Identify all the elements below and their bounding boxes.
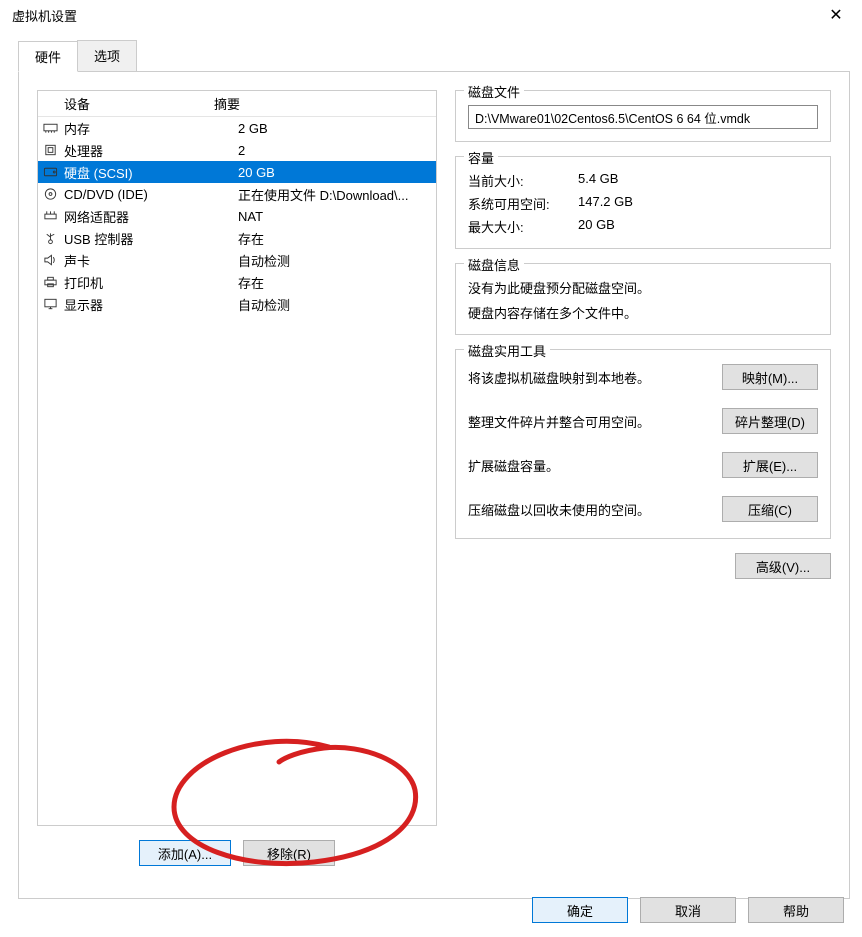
tab-hardware[interactable]: 硬件 [18,41,78,72]
device-name: 处理器 [62,141,238,160]
network-icon [38,209,62,223]
capacity-free-value: 147.2 GB [578,194,818,213]
device-summary: 存在 [238,273,436,292]
device-summary: 20 GB [238,165,436,180]
device-name: 网络适配器 [62,207,238,226]
tabs: 硬件 选项 [18,40,862,71]
group-utilities-title: 磁盘实用工具 [464,341,550,360]
group-diskfile-title: 磁盘文件 [464,82,524,101]
device-row-cd[interactable]: CD/DVD (IDE)正在使用文件 D:\Download\... [38,183,436,205]
expand-button[interactable]: 扩展(E)... [722,452,818,478]
display-icon [38,297,62,311]
help-button[interactable]: 帮助 [748,897,844,923]
printer-icon [38,275,62,289]
cpu-icon [38,143,62,157]
sound-icon [38,253,62,267]
device-list: 设备 摘要 内存2 GB处理器2硬盘 (SCSI)20 GBCD/DVD (ID… [37,90,437,826]
capacity-current-label: 当前大小: [468,171,578,190]
util-compact-desc: 压缩磁盘以回收未使用的空间。 [468,500,722,519]
diskinfo-line1: 没有为此硬盘预分配磁盘空间。 [468,278,818,297]
capacity-free-label: 系统可用空间: [468,194,578,213]
device-summary: 正在使用文件 D:\Download\... [238,185,436,204]
device-row-cpu[interactable]: 处理器2 [38,139,436,161]
device-name: 打印机 [62,273,238,292]
add-button[interactable]: 添加(A)... [139,840,231,866]
footer-buttons: 确定 取消 帮助 [532,897,844,923]
memory-icon [38,121,62,135]
list-header: 设备 摘要 [38,91,436,117]
map-button[interactable]: 映射(M)... [722,364,818,390]
list-buttons: 添加(A)... 移除(R) [37,826,437,880]
window-title: 虚拟机设置 [12,6,816,25]
right-pane: 磁盘文件 容量 当前大小: 5.4 GB 系统可用空间: 147.2 GB 最大… [455,90,831,880]
close-icon: ✕ [829,5,842,25]
capacity-max-label: 最大大小: [468,217,578,236]
device-row-network[interactable]: 网络适配器NAT [38,205,436,227]
device-row-usb[interactable]: USB 控制器存在 [38,227,436,249]
main-panel: 设备 摘要 内存2 GB处理器2硬盘 (SCSI)20 GBCD/DVD (ID… [18,71,850,899]
left-pane: 设备 摘要 内存2 GB处理器2硬盘 (SCSI)20 GBCD/DVD (ID… [37,90,437,880]
device-summary: 存在 [238,229,436,248]
defrag-button[interactable]: 碎片整理(D) [722,408,818,434]
device-name: 声卡 [62,251,238,270]
device-row-disk[interactable]: 硬盘 (SCSI)20 GB [38,161,436,183]
group-utilities: 磁盘实用工具 将该虚拟机磁盘映射到本地卷。 映射(M)... 整理文件碎片并整合… [455,349,831,539]
device-name: 硬盘 (SCSI) [62,163,238,182]
device-summary: 自动检测 [238,295,436,314]
device-summary: 自动检测 [238,251,436,270]
advanced-button[interactable]: 高级(V)... [735,553,831,579]
diskfile-input[interactable] [468,105,818,129]
device-name: 显示器 [62,295,238,314]
device-row-memory[interactable]: 内存2 GB [38,117,436,139]
group-capacity: 容量 当前大小: 5.4 GB 系统可用空间: 147.2 GB 最大大小: 2… [455,156,831,249]
diskinfo-line2: 硬盘内容存储在多个文件中。 [468,303,818,322]
titlebar: 虚拟机设置 ✕ [0,0,862,30]
close-button[interactable]: ✕ [816,1,856,29]
group-capacity-title: 容量 [464,148,498,167]
device-row-display[interactable]: 显示器自动检测 [38,293,436,315]
compact-button[interactable]: 压缩(C) [722,496,818,522]
util-map-desc: 将该虚拟机磁盘映射到本地卷。 [468,368,722,387]
device-name: CD/DVD (IDE) [62,187,238,202]
header-summary: 摘要 [214,94,436,113]
capacity-current-value: 5.4 GB [578,171,818,190]
device-name: 内存 [62,119,238,138]
remove-button[interactable]: 移除(R) [243,840,335,866]
device-row-printer[interactable]: 打印机存在 [38,271,436,293]
header-device: 设备 [38,94,214,113]
tab-options[interactable]: 选项 [77,40,137,71]
device-row-sound[interactable]: 声卡自动检测 [38,249,436,271]
usb-icon [38,231,62,245]
device-summary: NAT [238,209,436,224]
device-name: USB 控制器 [62,229,238,248]
group-diskinfo: 磁盘信息 没有为此硬盘预分配磁盘空间。 硬盘内容存储在多个文件中。 [455,263,831,335]
device-summary: 2 GB [238,121,436,136]
disk-icon [38,165,62,179]
cd-icon [38,187,62,201]
ok-button[interactable]: 确定 [532,897,628,923]
device-summary: 2 [238,143,436,158]
cancel-button[interactable]: 取消 [640,897,736,923]
group-diskinfo-title: 磁盘信息 [464,255,524,274]
group-diskfile: 磁盘文件 [455,90,831,142]
capacity-max-value: 20 GB [578,217,818,236]
util-defrag-desc: 整理文件碎片并整合可用空间。 [468,412,722,431]
util-expand-desc: 扩展磁盘容量。 [468,456,722,475]
